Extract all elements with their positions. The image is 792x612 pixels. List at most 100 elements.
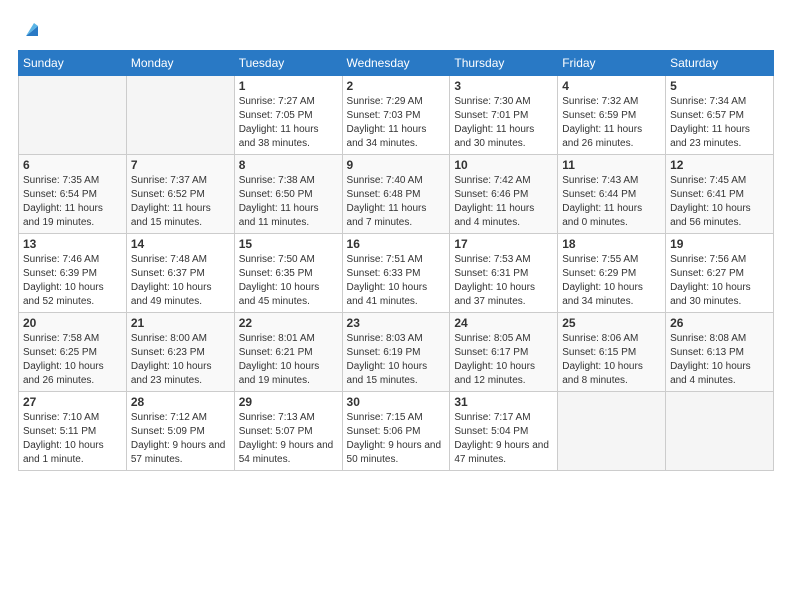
calendar-table: SundayMondayTuesdayWednesdayThursdayFrid… [18,50,774,471]
calendar-cell: 14 Sunrise: 7:48 AMSunset: 6:37 PMDayligh… [126,234,234,313]
week-row-2: 6 Sunrise: 7:35 AMSunset: 6:54 PMDaylight… [19,155,774,234]
calendar-cell: 29 Sunrise: 7:13 AMSunset: 5:07 PMDayligh… [234,392,342,471]
day-info: Sunrise: 7:27 AMSunset: 7:05 PMDaylight:… [239,95,338,151]
week-row-5: 27Sunrise: 7:10 AMSunset: 5:11 PMDayligh… [19,392,774,471]
day-info: Sunrise: 7:29 AMSunset: 7:03 PMDaylight:… [347,95,446,151]
day-number: 31 [454,395,553,409]
calendar-cell: 26Sunrise: 8:08 AMSunset: 6:13 PMDayligh… [666,313,774,392]
day-number: 2 [347,79,446,93]
day-info: Sunrise: 7:10 AMSunset: 5:11 PMDaylight:… [23,411,122,467]
calendar-cell: 15 Sunrise: 7:50 AMSunset: 6:35 PMDayligh… [234,234,342,313]
header [18,18,774,40]
calendar-cell: 9 Sunrise: 7:40 AMSunset: 6:48 PMDaylight… [342,155,450,234]
week-row-3: 13Sunrise: 7:46 AMSunset: 6:39 PMDayligh… [19,234,774,313]
calendar-cell: 27Sunrise: 7:10 AMSunset: 5:11 PMDayligh… [19,392,127,471]
day-number: 3 [454,79,553,93]
day-info: Sunrise: 7:38 AMSunset: 6:50 PMDaylight:… [239,174,338,230]
day-number: 15 [239,237,338,251]
day-number: 21 [131,316,230,330]
day-info: Sunrise: 7:58 AMSunset: 6:25 PMDaylight:… [23,332,122,388]
day-number: 18 [562,237,661,251]
weekday-header-friday: Friday [558,51,666,76]
day-info: Sunrise: 7:37 AMSunset: 6:52 PMDaylight:… [131,174,230,230]
day-info: Sunrise: 7:34 AMSunset: 6:57 PMDaylight:… [670,95,769,151]
week-row-4: 20 Sunrise: 7:58 AMSunset: 6:25 PMDayligh… [19,313,774,392]
day-info: Sunrise: 8:05 AMSunset: 6:17 PMDaylight:… [454,332,553,388]
calendar-cell: 22Sunrise: 8:01 AMSunset: 6:21 PMDayligh… [234,313,342,392]
calendar-cell: 25 Sunrise: 8:06 AMSunset: 6:15 PMDayligh… [558,313,666,392]
calendar-cell: 13Sunrise: 7:46 AMSunset: 6:39 PMDayligh… [19,234,127,313]
day-info: Sunrise: 7:48 AMSunset: 6:37 PMDaylight:… [131,253,230,309]
day-info: Sunrise: 7:35 AMSunset: 6:54 PMDaylight:… [23,174,122,230]
calendar-cell: 23 Sunrise: 8:03 AMSunset: 6:19 PMDayligh… [342,313,450,392]
weekday-header-saturday: Saturday [666,51,774,76]
day-number: 20 [23,316,122,330]
day-info: Sunrise: 8:03 AMSunset: 6:19 PMDaylight:… [347,332,446,388]
day-number: 16 [347,237,446,251]
day-info: Sunrise: 8:01 AMSunset: 6:21 PMDaylight:… [239,332,338,388]
day-number: 30 [347,395,446,409]
weekday-header-thursday: Thursday [450,51,558,76]
calendar-cell [666,392,774,471]
day-info: Sunrise: 7:53 AMSunset: 6:31 PMDaylight:… [454,253,553,309]
day-info: Sunrise: 7:17 AMSunset: 5:04 PMDaylight:… [454,411,553,467]
day-number: 8 [239,158,338,172]
day-number: 14 [131,237,230,251]
day-info: Sunrise: 7:42 AMSunset: 6:46 PMDaylight:… [454,174,553,230]
page: SundayMondayTuesdayWednesdayThursdayFrid… [0,0,792,612]
day-number: 10 [454,158,553,172]
day-number: 25 [562,316,661,330]
day-info: Sunrise: 7:55 AMSunset: 6:29 PMDaylight:… [562,253,661,309]
day-info: Sunrise: 7:45 AMSunset: 6:41 PMDaylight:… [670,174,769,230]
day-info: Sunrise: 8:08 AMSunset: 6:13 PMDaylight:… [670,332,769,388]
logo [18,18,42,40]
day-number: 6 [23,158,122,172]
calendar-cell: 19Sunrise: 7:56 AMSunset: 6:27 PMDayligh… [666,234,774,313]
calendar-cell: 21Sunrise: 8:00 AMSunset: 6:23 PMDayligh… [126,313,234,392]
day-info: Sunrise: 7:13 AMSunset: 5:07 PMDaylight:… [239,411,338,467]
day-info: Sunrise: 7:12 AMSunset: 5:09 PMDaylight:… [131,411,230,467]
calendar-cell: 6 Sunrise: 7:35 AMSunset: 6:54 PMDaylight… [19,155,127,234]
day-info: Sunrise: 7:30 AMSunset: 7:01 PMDaylight:… [454,95,553,151]
calendar-cell: 5 Sunrise: 7:34 AMSunset: 6:57 PMDaylight… [666,76,774,155]
calendar-cell: 30 Sunrise: 7:15 AMSunset: 5:06 PMDayligh… [342,392,450,471]
day-number: 9 [347,158,446,172]
calendar-cell: 24Sunrise: 8:05 AMSunset: 6:17 PMDayligh… [450,313,558,392]
weekday-header-sunday: Sunday [19,51,127,76]
day-info: Sunrise: 7:40 AMSunset: 6:48 PMDaylight:… [347,174,446,230]
calendar-cell [126,76,234,155]
day-info: Sunrise: 7:15 AMSunset: 5:06 PMDaylight:… [347,411,446,467]
day-number: 5 [670,79,769,93]
calendar-cell: 28 Sunrise: 7:12 AMSunset: 5:09 PMDayligh… [126,392,234,471]
calendar-cell: 18 Sunrise: 7:55 AMSunset: 6:29 PMDayligh… [558,234,666,313]
day-number: 23 [347,316,446,330]
calendar-cell [19,76,127,155]
day-number: 28 [131,395,230,409]
weekday-header-tuesday: Tuesday [234,51,342,76]
day-info: Sunrise: 8:06 AMSunset: 6:15 PMDaylight:… [562,332,661,388]
day-number: 19 [670,237,769,251]
calendar-cell: 2 Sunrise: 7:29 AMSunset: 7:03 PMDaylight… [342,76,450,155]
day-number: 11 [562,158,661,172]
calendar-cell: 10 Sunrise: 7:42 AMSunset: 6:46 PMDayligh… [450,155,558,234]
calendar-cell: 3 Sunrise: 7:30 AMSunset: 7:01 PMDaylight… [450,76,558,155]
day-number: 12 [670,158,769,172]
calendar-cell: 16 Sunrise: 7:51 AMSunset: 6:33 PMDayligh… [342,234,450,313]
day-number: 1 [239,79,338,93]
week-row-1: 1 Sunrise: 7:27 AMSunset: 7:05 PMDaylight… [19,76,774,155]
day-number: 29 [239,395,338,409]
day-info: Sunrise: 7:50 AMSunset: 6:35 PMDaylight:… [239,253,338,309]
calendar-cell: 31 Sunrise: 7:17 AMSunset: 5:04 PMDayligh… [450,392,558,471]
weekday-header-monday: Monday [126,51,234,76]
day-number: 4 [562,79,661,93]
calendar-cell: 17Sunrise: 7:53 AMSunset: 6:31 PMDayligh… [450,234,558,313]
day-number: 13 [23,237,122,251]
calendar-cell: 20 Sunrise: 7:58 AMSunset: 6:25 PMDayligh… [19,313,127,392]
weekday-header-wednesday: Wednesday [342,51,450,76]
weekday-header-row: SundayMondayTuesdayWednesdayThursdayFrid… [19,51,774,76]
calendar-cell: 4 Sunrise: 7:32 AMSunset: 6:59 PMDaylight… [558,76,666,155]
day-info: Sunrise: 7:32 AMSunset: 6:59 PMDaylight:… [562,95,661,151]
calendar-cell: 11Sunrise: 7:43 AMSunset: 6:44 PMDayligh… [558,155,666,234]
calendar-cell [558,392,666,471]
day-info: Sunrise: 7:51 AMSunset: 6:33 PMDaylight:… [347,253,446,309]
